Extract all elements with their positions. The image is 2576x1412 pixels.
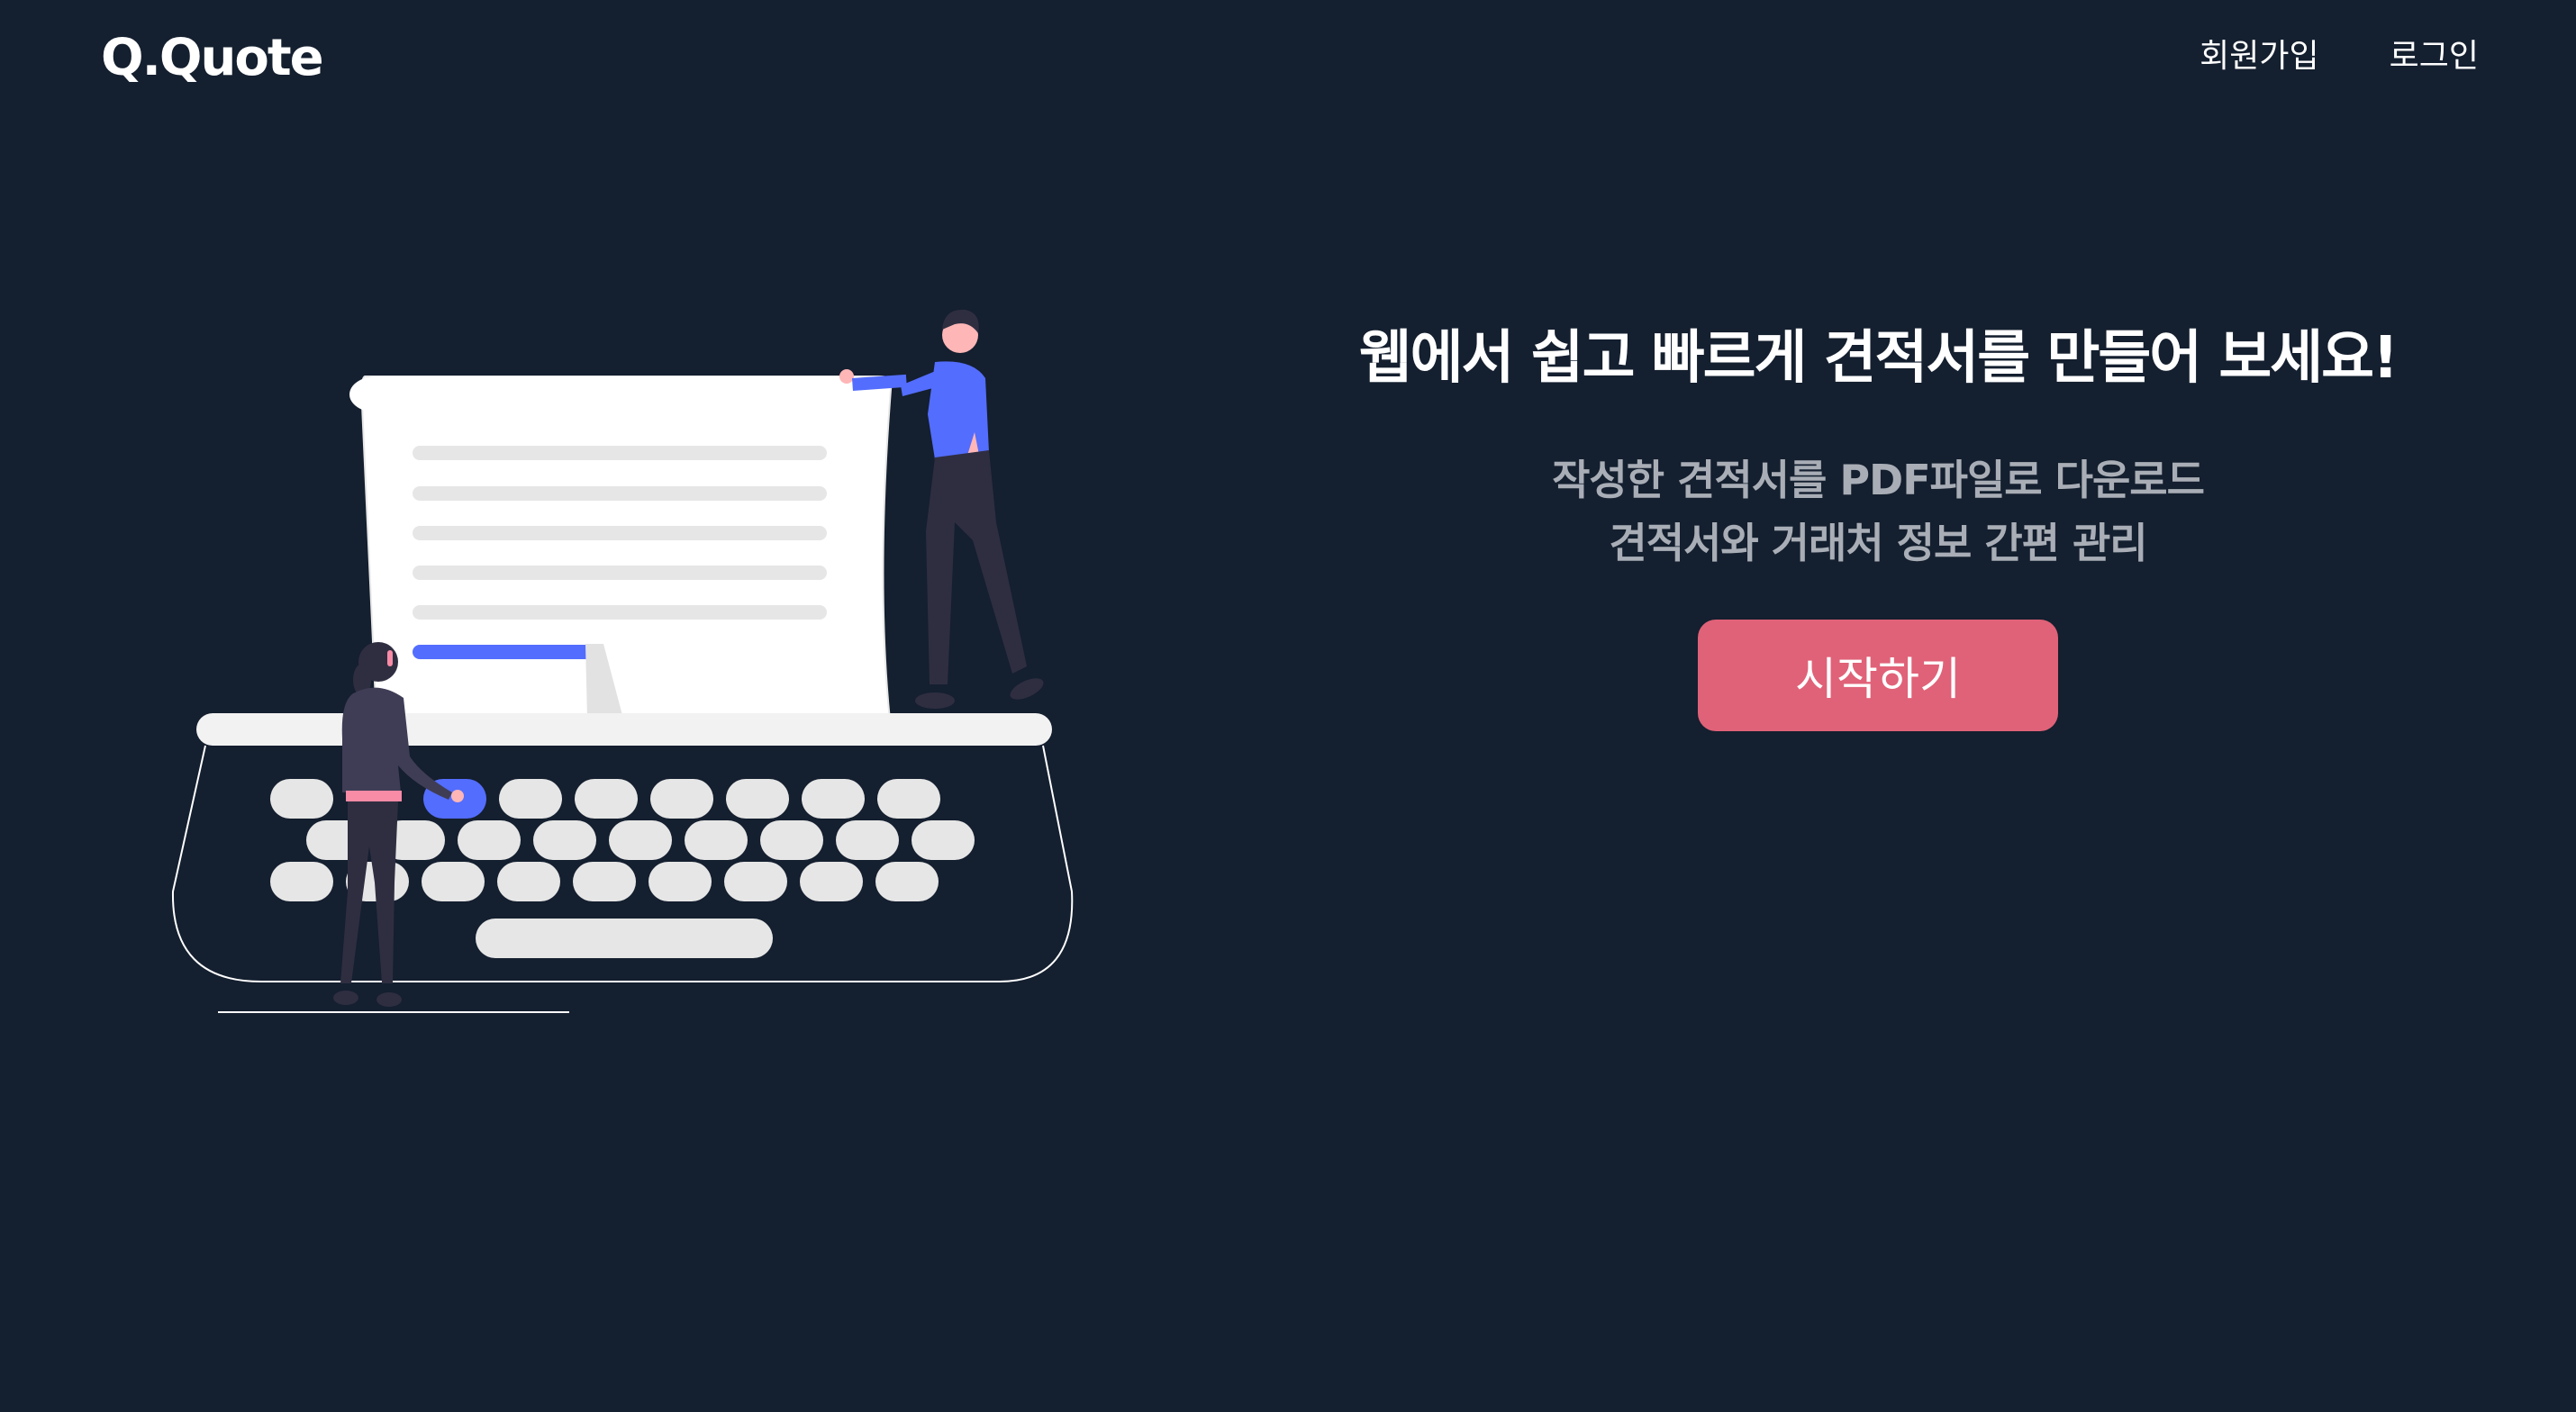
top-nav: 회원가입 로그인 (2200, 34, 2479, 79)
paper-line (413, 566, 827, 580)
paper-line (413, 486, 827, 501)
signup-link[interactable]: 회원가입 (2200, 34, 2318, 79)
paper-line (413, 605, 827, 620)
hero-headline: 웹에서 쉽고 빠르게 견적서를 만들어 보세요! (1358, 325, 2399, 392)
paper-line-highlight (413, 645, 602, 659)
start-button[interactable]: 시작하기 (1698, 620, 2058, 731)
login-link[interactable]: 로그인 (2390, 34, 2479, 79)
paper-sheet (360, 376, 893, 721)
typewriter-illustration (162, 306, 1099, 1027)
hero-subtext: 작성한 견적서를 PDF파일로 다운로드 견적서와 거래처 정보 간편 관리 (1279, 448, 2477, 575)
paper-line (413, 526, 827, 540)
top-header: Q.Quote 회원가입 로그인 (0, 0, 2576, 117)
hero-sub-line-2: 견적서와 거래처 정보 간편 관리 (1609, 519, 2147, 567)
paper-line (413, 446, 827, 460)
landing-page: Q.Quote 회원가입 로그인 웹에서 쉽고 빠르게 견적서를 만들어 보세요… (0, 0, 2576, 1412)
logo[interactable]: Q.Quote (101, 27, 324, 90)
spacebar-key (476, 919, 773, 958)
hero-sub-line-1: 작성한 견적서를 PDF파일로 다운로드 (1552, 456, 2205, 504)
typewriter-carriage (196, 713, 1052, 746)
hero-section: 웹에서 쉽고 빠르게 견적서를 만들어 보세요! 작성한 견적서를 PDF파일로… (1279, 313, 2477, 731)
